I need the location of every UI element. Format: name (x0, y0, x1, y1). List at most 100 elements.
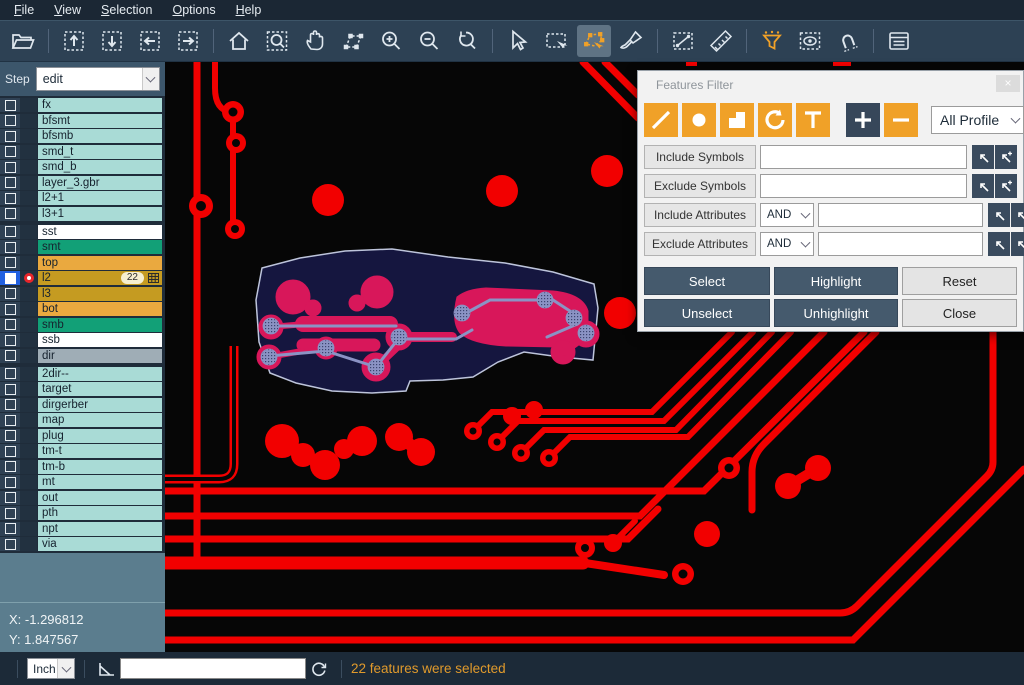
layer-chip[interactable]: tm-b (38, 460, 162, 474)
layer-visibility-checkbox[interactable] (0, 207, 20, 221)
menu-selection[interactable]: Selection (91, 3, 162, 17)
layer-visibility-checkbox[interactable] (0, 333, 20, 347)
layer-chip[interactable]: ssb (38, 333, 162, 347)
menu-file[interactable]: File (4, 3, 44, 17)
layer-indicator[interactable] (20, 98, 37, 112)
layer-indicator[interactable] (20, 160, 37, 174)
pick-add-from-canvas-icon[interactable] (995, 174, 1017, 198)
layer-row-dir[interactable]: dir (0, 349, 165, 363)
layer-chip[interactable]: via (38, 537, 162, 551)
pick-from-canvas-icon[interactable] (988, 203, 1010, 227)
layer-chip[interactable]: top (38, 256, 162, 270)
filter-value-input[interactable] (760, 174, 967, 198)
filter-text-icon[interactable] (796, 103, 830, 137)
and-or-select[interactable]: AND (760, 203, 814, 227)
layer-row-top[interactable]: top (0, 256, 165, 270)
step-select[interactable]: edit (36, 67, 160, 91)
layer-indicator[interactable] (20, 318, 37, 332)
layer-row-smb[interactable]: smb (0, 318, 165, 332)
layer-row-l2+1[interactable]: l2+1 (0, 191, 165, 205)
select-button[interactable]: Select (644, 267, 770, 295)
angle-mode-icon[interactable] (98, 661, 116, 677)
layer-visibility-checkbox[interactable] (0, 114, 20, 128)
paste-left-button[interactable] (133, 25, 167, 57)
layer-indicator[interactable] (20, 444, 37, 458)
filter-add-icon[interactable] (846, 103, 880, 137)
layer-visibility-checkbox[interactable] (0, 145, 20, 159)
paste-right-button[interactable] (171, 25, 205, 57)
unselect-button[interactable]: Unselect (644, 299, 770, 327)
layer-row-map[interactable]: map (0, 413, 165, 427)
and-or-select[interactable]: AND (760, 232, 814, 256)
layer-row-bfsmt[interactable]: bfsmt (0, 114, 165, 128)
menu-options[interactable]: Options (162, 3, 225, 17)
layer-chip[interactable]: smt (38, 240, 162, 254)
layer-indicator[interactable] (20, 460, 37, 474)
layer-row-fx[interactable]: fx (0, 98, 165, 112)
layer-chip[interactable]: layer_3.gbr (38, 176, 162, 190)
layer-indicator[interactable] (20, 398, 37, 412)
layer-chip[interactable]: pth (38, 506, 162, 520)
layer-row-dirgerber[interactable]: dirgerber (0, 398, 165, 412)
unhighlight-button[interactable]: Unhighlight (774, 299, 898, 327)
layer-indicator[interactable] (20, 537, 37, 551)
close-icon[interactable]: × (996, 75, 1020, 92)
refresh-icon[interactable] (310, 660, 328, 678)
layer-chip[interactable]: smb (38, 318, 162, 332)
pick-add-from-canvas-icon[interactable] (995, 145, 1017, 169)
profile-select[interactable]: All Profile (931, 106, 1024, 134)
zoom-out-button[interactable] (412, 25, 446, 57)
layer-indicator[interactable] (20, 333, 37, 347)
layer-indicator[interactable] (20, 429, 37, 443)
layer-visibility-checkbox[interactable] (0, 160, 20, 174)
layer-indicator[interactable] (20, 302, 37, 316)
layer-indicator[interactable] (20, 114, 37, 128)
exclude-attributes-button[interactable]: Exclude Attributes (644, 232, 756, 256)
layer-indicator[interactable] (20, 367, 37, 381)
layer-indicator[interactable] (20, 413, 37, 427)
filter-value-input[interactable] (818, 203, 983, 227)
include-symbols-button[interactable]: Include Symbols (644, 145, 756, 169)
filter-remove-icon[interactable] (884, 103, 918, 137)
layer-visibility-checkbox[interactable] (0, 176, 20, 190)
layer-visibility-checkbox[interactable] (0, 429, 20, 443)
layer-indicator[interactable] (20, 176, 37, 190)
layer-indicator[interactable] (20, 491, 37, 505)
pan-hand-button[interactable] (298, 25, 332, 57)
layer-chip[interactable]: map (38, 413, 162, 427)
layer-chip[interactable]: 2dir-- (38, 367, 162, 381)
layer-row-out[interactable]: out (0, 491, 165, 505)
view-options-button[interactable] (793, 25, 827, 57)
layer-row-pth[interactable]: pth (0, 506, 165, 520)
layer-chip[interactable]: fx (38, 98, 162, 112)
pick-from-canvas-icon[interactable] (972, 174, 994, 198)
layer-chip[interactable]: smd_t (38, 145, 162, 159)
layer-indicator[interactable] (20, 145, 37, 159)
layer-visibility-checkbox[interactable] (0, 491, 20, 505)
layer-indicator[interactable] (20, 475, 37, 489)
layer-visibility-checkbox[interactable] (0, 367, 20, 381)
measure-ruler-button[interactable] (704, 25, 738, 57)
layer-row-plug[interactable]: plug (0, 429, 165, 443)
measure-distance-button[interactable] (666, 25, 700, 57)
layer-chip[interactable]: l222 (38, 271, 162, 285)
units-select[interactable]: Inch (27, 658, 75, 679)
layer-chip[interactable]: bot (38, 302, 162, 316)
layer-row-smd_b[interactable]: smd_b (0, 160, 165, 174)
zoom-previous-button[interactable] (450, 25, 484, 57)
layer-indicator[interactable] (20, 522, 37, 536)
layer-chip[interactable]: dirgerber (38, 398, 162, 412)
layer-row-ssb[interactable]: ssb (0, 333, 165, 347)
layer-visibility-checkbox[interactable] (0, 240, 20, 254)
close-button[interactable]: Close (902, 299, 1017, 327)
command-input[interactable] (120, 658, 306, 679)
pick-from-canvas-icon[interactable] (972, 145, 994, 169)
reset-button[interactable]: Reset (902, 267, 1017, 295)
layer-indicator[interactable] (20, 191, 37, 205)
layer-chip[interactable]: dir (38, 349, 162, 363)
layer-visibility-checkbox[interactable] (0, 537, 20, 551)
layer-row-target[interactable]: target (0, 382, 165, 396)
snap-mode-button[interactable] (831, 25, 865, 57)
layer-row-sst[interactable]: sst (0, 225, 165, 239)
layer-row-layer_3.gbr[interactable]: layer_3.gbr (0, 176, 165, 190)
